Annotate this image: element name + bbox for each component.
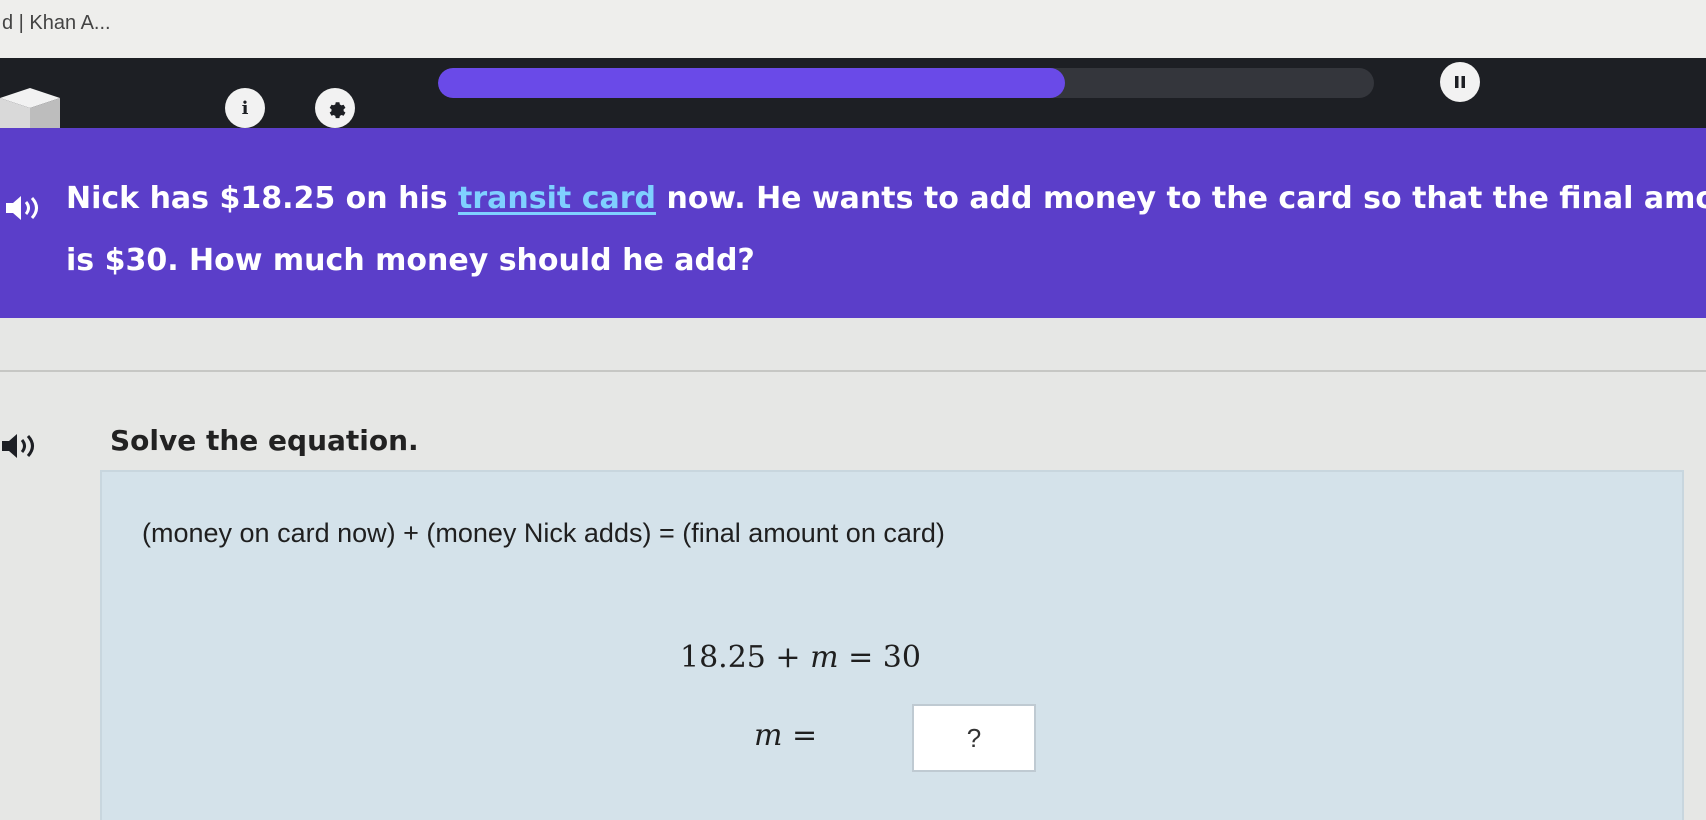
question-line-2: is $30. How much money should he add? — [66, 243, 755, 278]
pause-icon — [1455, 76, 1465, 88]
info-button[interactable]: i — [225, 88, 265, 128]
question-banner: Nick has $18.25 on his transit card now.… — [0, 128, 1706, 318]
browser-tab-title[interactable]: d | Khan A... — [2, 12, 111, 35]
progress-bar-fill — [438, 68, 1066, 98]
progress-bar — [438, 68, 1374, 98]
answer-label: m = — [754, 718, 818, 753]
answer-input[interactable] — [912, 704, 1036, 772]
settings-button[interactable] — [315, 88, 355, 128]
section-divider — [0, 370, 1706, 372]
gear-icon — [329, 102, 346, 119]
pause-button[interactable] — [1440, 62, 1480, 102]
question-text: Nick has $18.25 on his transit card now.… — [66, 168, 1706, 292]
instruction-text: Solve the equation. — [110, 424, 419, 457]
word-equation: (money on card now) + (money Nick adds) … — [142, 518, 945, 548]
speaker-icon[interactable] — [4, 194, 44, 222]
info-icon: i — [241, 97, 249, 119]
question-line-1: Nick has $18.25 on his transit card now.… — [66, 181, 1706, 216]
numeric-equation: 18.25 + m = 30 — [680, 640, 921, 675]
glossary-link-transit-card[interactable]: transit card — [458, 181, 656, 216]
browser-tab-strip: d | Khan A... — [0, 0, 1706, 58]
khan-exercise-page: d | Khan A... i Nick has $18.25 on his t… — [0, 0, 1706, 820]
equation-panel: (money on card now) + (money Nick adds) … — [100, 470, 1684, 820]
speaker-icon[interactable] — [0, 432, 46, 460]
